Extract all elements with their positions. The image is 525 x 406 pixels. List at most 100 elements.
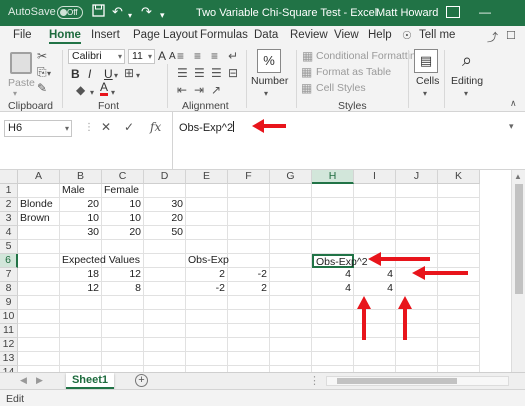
tab-view[interactable]: View (334, 29, 359, 41)
cell-f8[interactable]: 2 (228, 282, 270, 296)
cell-c6[interactable] (102, 254, 144, 268)
cell-f10[interactable] (228, 310, 270, 324)
formula-input[interactable]: Obs-Exp^2 (172, 112, 525, 170)
cell-b11[interactable] (60, 324, 102, 338)
row-header-4[interactable]: 4 (0, 226, 18, 240)
cell-k1[interactable] (438, 184, 480, 198)
column-header-b[interactable]: B (60, 170, 102, 184)
insert-function-icon[interactable]: fx (150, 120, 161, 134)
cell-d9[interactable] (144, 296, 186, 310)
align-bottom-icon[interactable]: ≡ (211, 49, 218, 63)
cell-f12[interactable] (228, 338, 270, 352)
cell-c13[interactable] (102, 352, 144, 366)
copy-icon[interactable]: ⎘ (37, 65, 47, 79)
column-header-i[interactable]: I (354, 170, 396, 184)
column-header-g[interactable]: G (270, 170, 312, 184)
select-all-corner[interactable] (0, 170, 18, 184)
borders-icon[interactable]: ⊞ (124, 66, 134, 80)
conditional-formatting-icon[interactable]: ▦ (302, 49, 313, 63)
cell-e12[interactable] (186, 338, 228, 352)
cell-d8[interactable] (144, 282, 186, 296)
row-header-9[interactable]: 9 (0, 296, 18, 310)
cell-h8[interactable]: 4 (312, 282, 354, 296)
sheet-tab-sheet1[interactable]: Sheet1 (66, 373, 114, 389)
cell-h3[interactable] (312, 212, 354, 226)
fill-color-icon[interactable]: ◆ (76, 83, 85, 97)
cell-c10[interactable] (102, 310, 144, 324)
align-top-icon[interactable]: ≡ (177, 49, 184, 63)
cell-k4[interactable] (438, 226, 480, 240)
cell-d13[interactable] (144, 352, 186, 366)
cell-i4[interactable] (354, 226, 396, 240)
tab-review[interactable]: Review (290, 29, 328, 41)
row-header-13[interactable]: 13 (0, 352, 18, 366)
cell-b5[interactable] (60, 240, 102, 254)
cell-d1[interactable] (144, 184, 186, 198)
cell-h1[interactable] (312, 184, 354, 198)
cell-h2[interactable] (312, 198, 354, 212)
tab-insert[interactable]: Insert (91, 29, 120, 41)
cell-a6[interactable] (18, 254, 60, 268)
cell-b4[interactable]: 30 (60, 226, 102, 240)
column-header-e[interactable]: E (186, 170, 228, 184)
cell-f9[interactable] (228, 296, 270, 310)
tab-help[interactable]: Help (368, 29, 392, 41)
row-header-6[interactable]: 6 (0, 254, 18, 268)
cells-button[interactable]: Cells (416, 75, 439, 87)
row-header-3[interactable]: 3 (0, 212, 18, 226)
wrap-text-icon[interactable]: ↵ (228, 49, 238, 63)
cell-e3[interactable] (186, 212, 228, 226)
cell-a2[interactable]: Blonde (18, 198, 60, 212)
cell-a3[interactable]: Brown (18, 212, 60, 226)
user-name[interactable]: Matt Howard (376, 7, 438, 19)
row-header-1[interactable]: 1 (0, 184, 18, 198)
cell-i13[interactable] (354, 352, 396, 366)
tab-split-icon[interactable]: ⋮ (309, 374, 320, 387)
tab-home[interactable]: Home (49, 29, 81, 44)
cut-icon[interactable]: ✂ (37, 49, 47, 63)
cell-g7[interactable] (270, 268, 312, 282)
row-header-7[interactable]: 7 (0, 268, 18, 282)
cell-e1[interactable] (186, 184, 228, 198)
underline-dropdown-icon[interactable]: ▾ (114, 69, 118, 83)
cell-e7[interactable]: 2 (186, 268, 228, 282)
cell-g13[interactable] (270, 352, 312, 366)
save-icon[interactable] (92, 4, 105, 21)
cell-g5[interactable] (270, 240, 312, 254)
cancel-icon[interactable]: ✕ (101, 120, 111, 134)
cell-j4[interactable] (396, 226, 438, 240)
cell-b10[interactable] (60, 310, 102, 324)
cell-k5[interactable] (438, 240, 480, 254)
cell-b6[interactable]: Expected Values (60, 254, 140, 268)
cell-k8[interactable] (438, 282, 480, 296)
row-header-12[interactable]: 12 (0, 338, 18, 352)
align-center-icon[interactable]: ☰ (194, 66, 205, 80)
cell-f6[interactable] (228, 254, 270, 268)
cell-a8[interactable] (18, 282, 60, 296)
cells-dropdown-icon[interactable]: ▾ (423, 87, 427, 101)
conditional-formatting-button[interactable]: Conditional Formatting (316, 50, 422, 62)
borders-dropdown-icon[interactable]: ▾ (136, 69, 140, 83)
cell-a10[interactable] (18, 310, 60, 324)
cell-g9[interactable] (270, 296, 312, 310)
bold-button[interactable]: B (71, 67, 80, 81)
cell-j13[interactable] (396, 352, 438, 366)
cell-d11[interactable] (144, 324, 186, 338)
cell-i3[interactable] (354, 212, 396, 226)
cell-f5[interactable] (228, 240, 270, 254)
autosave-toggle[interactable]: Off (57, 6, 83, 19)
cell-b8[interactable]: 12 (60, 282, 102, 296)
cell-h6[interactable]: Obs-Exp^2 (312, 254, 368, 268)
cell-g11[interactable] (270, 324, 312, 338)
cell-d10[interactable] (144, 310, 186, 324)
cell-b9[interactable] (60, 296, 102, 310)
undo-dropdown-icon[interactable]: ▾ (128, 8, 132, 24)
cell-styles-button[interactable]: Cell Styles (316, 82, 366, 94)
cell-f3[interactable] (228, 212, 270, 226)
cell-c12[interactable] (102, 338, 144, 352)
horizontal-scrollbar[interactable] (326, 376, 509, 386)
cell-d4[interactable]: 50 (144, 226, 186, 240)
cell-f4[interactable] (228, 226, 270, 240)
cell-c4[interactable]: 20 (102, 226, 144, 240)
share-icon[interactable]: ⤴ (487, 29, 498, 45)
